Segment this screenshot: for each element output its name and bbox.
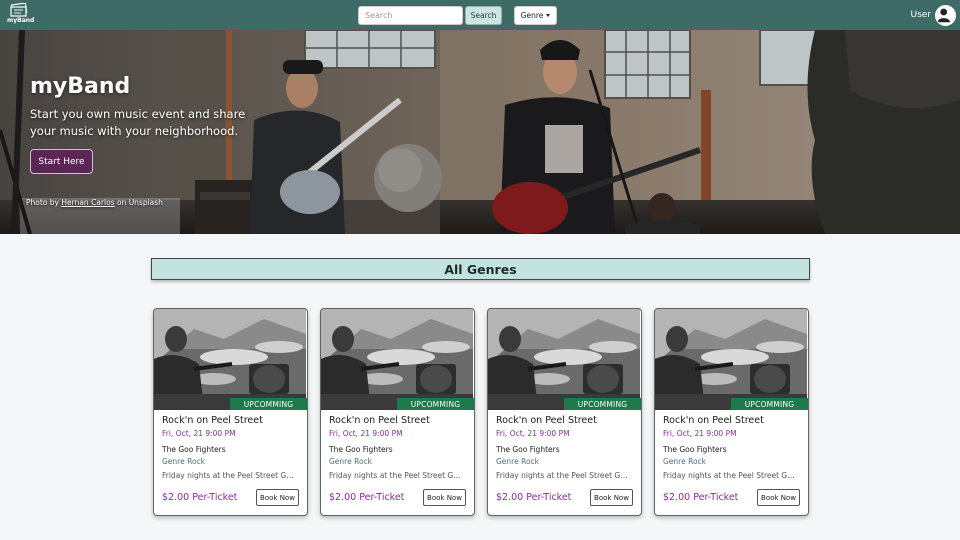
status-badge: UPCOMMING [564, 398, 641, 410]
event-description: Friday nights at the Peel Street Garage [329, 471, 465, 480]
start-here-button[interactable]: Start Here [30, 149, 93, 174]
book-now-button[interactable]: Book Now [757, 489, 800, 506]
event-title[interactable]: Rock'n on Peel Street [329, 415, 430, 426]
hero-banner: myBand Start you own music event and sha… [0, 30, 960, 234]
event-card[interactable]: UPCOMMING Rock'n on Peel Street Fri, Oct… [320, 308, 475, 516]
event-description: Friday nights at the Peel Street Garage [663, 471, 799, 480]
event-description: Friday nights at the Peel Street Garage [496, 471, 632, 480]
event-band: The Goo Fighters [496, 445, 560, 454]
event-datetime: Fri, Oct, 21 9:00 PM [329, 429, 403, 438]
ticket-stack-icon [10, 3, 28, 17]
hero-title: myBand [30, 74, 131, 99]
chevron-down-icon [546, 14, 551, 17]
genre-dropdown-label: Genre [520, 11, 544, 20]
event-description: Friday nights at the Peel Street Garage [162, 471, 298, 480]
event-title[interactable]: Rock'n on Peel Street [663, 415, 764, 426]
event-datetime: Fri, Oct, 21 9:00 PM [496, 429, 570, 438]
event-image [154, 309, 306, 410]
photo-credit-prefix: Photo by [26, 198, 62, 207]
book-now-button[interactable]: Book Now [256, 489, 299, 506]
event-datetime: Fri, Oct, 21 9:00 PM [663, 429, 737, 438]
section-heading: All Genres [151, 258, 810, 280]
photo-credit-suffix: on Unsplash [114, 198, 163, 207]
book-now-button[interactable]: Book Now [590, 489, 633, 506]
user-circle-icon[interactable] [935, 4, 956, 26]
event-band: The Goo Fighters [663, 445, 727, 454]
event-band: The Goo Fighters [329, 445, 393, 454]
event-price: $2.00 Per-Ticket [496, 492, 572, 503]
event-price: $2.00 Per-Ticket [663, 492, 739, 503]
event-title[interactable]: Rock'n on Peel Street [162, 415, 263, 426]
photo-credit: Photo by Hernan Carlos on Unsplash [26, 198, 163, 207]
user-label: User [910, 10, 931, 20]
hero-subtitle: Start you own music event and share your… [30, 107, 246, 138]
book-now-button[interactable]: Book Now [423, 489, 466, 506]
brand-name: myBand [7, 17, 35, 24]
user-menu[interactable]: User [910, 4, 956, 26]
brand-logo-link[interactable]: myBand [7, 3, 35, 25]
event-card[interactable]: UPCOMMING Rock'n on Peel Street Fri, Oct… [153, 308, 308, 516]
event-image [321, 309, 473, 410]
event-title[interactable]: Rock'n on Peel Street [496, 415, 597, 426]
event-genre: Genre Rock [162, 457, 206, 466]
search-button[interactable]: Search [465, 6, 502, 25]
event-datetime: Fri, Oct, 21 9:00 PM [162, 429, 236, 438]
status-badge: UPCOMMING [731, 398, 808, 410]
photo-credit-author-link[interactable]: Hernan Carlos [61, 198, 114, 207]
event-image [655, 309, 807, 410]
event-image [488, 309, 640, 410]
search-input[interactable] [358, 6, 463, 25]
genre-dropdown[interactable]: Genre [514, 6, 557, 25]
event-genre: Genre Rock [496, 457, 540, 466]
status-badge: UPCOMMING [397, 398, 474, 410]
event-price: $2.00 Per-Ticket [329, 492, 405, 503]
event-band: The Goo Fighters [162, 445, 226, 454]
event-card[interactable]: UPCOMMING Rock'n on Peel Street Fri, Oct… [654, 308, 809, 516]
top-navbar: myBand Search Genre User [0, 0, 960, 30]
event-price: $2.00 Per-Ticket [162, 492, 238, 503]
event-genre: Genre Rock [663, 457, 707, 466]
status-badge: UPCOMMING [230, 398, 307, 410]
event-genre: Genre Rock [329, 457, 373, 466]
event-card[interactable]: UPCOMMING Rock'n on Peel Street Fri, Oct… [487, 308, 642, 516]
